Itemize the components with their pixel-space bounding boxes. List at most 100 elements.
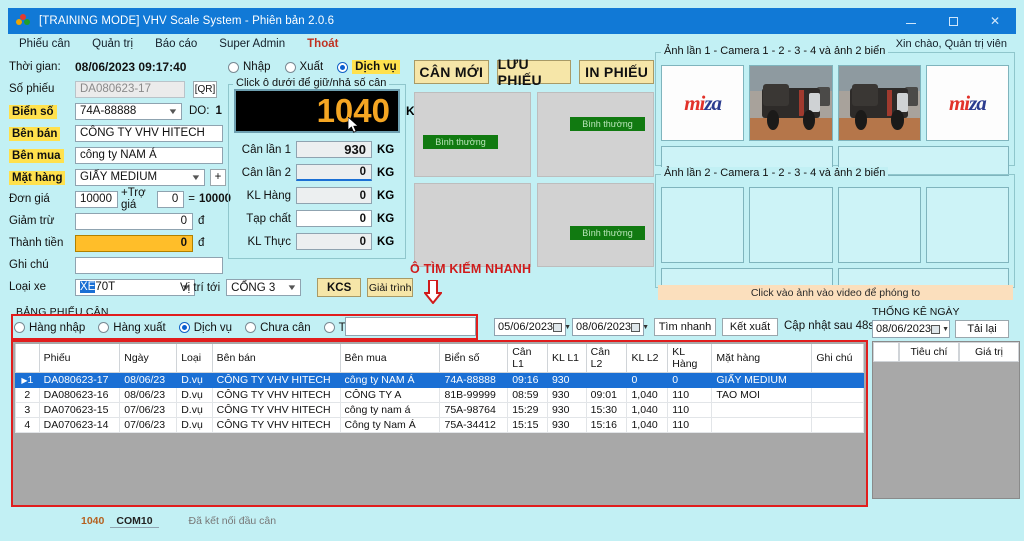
- radio-xuat[interactable]: Xuất: [284, 61, 323, 73]
- camera-image-2-4[interactable]: [925, 187, 1009, 263]
- menu-item-quan-tri[interactable]: Quản trị: [92, 38, 133, 50]
- table-row[interactable]: 4 DA070623-14 07/06/23 D.vụ CÔNG TY VHV …: [15, 417, 864, 433]
- stats-table[interactable]: Tiêu chí Giá trị: [872, 341, 1020, 499]
- form-row-deduct: Giảm trừ 0 đ: [9, 210, 231, 232]
- weigh-value-2[interactable]: 0: [296, 164, 372, 181]
- camera-image-1-1[interactable]: miza: [661, 65, 745, 141]
- camera-image-1-2[interactable]: [749, 65, 833, 141]
- col-kl-l1[interactable]: KL L1: [546, 344, 587, 373]
- filter-dich-vu[interactable]: Dịch vụ: [178, 322, 232, 334]
- weigh-value-4[interactable]: 0: [296, 210, 372, 227]
- col-loai[interactable]: Loại: [176, 344, 213, 373]
- camera-image-2-1[interactable]: [661, 187, 745, 263]
- add-goods-button[interactable]: +: [210, 168, 226, 186]
- col-bien-so[interactable]: Biển số: [439, 344, 509, 373]
- buyer-field[interactable]: công ty NAM Á: [75, 146, 223, 164]
- quick-search-annotation: Ô TÌM KIẾM NHANH: [410, 262, 532, 276]
- cell-bien-so: 74A-88888: [439, 372, 509, 388]
- filter-hang-xuat[interactable]: Hàng xuất: [98, 322, 166, 334]
- col-ben-ban[interactable]: Bên bán: [211, 344, 341, 373]
- weigh-hint: Click ô dưới để giữ/nhả số cân: [233, 77, 390, 89]
- refresh-countdown-text: Cập nhật sau 48s: [784, 320, 875, 332]
- camera-image-2-3[interactable]: [837, 187, 921, 263]
- explain-button[interactable]: Giải trình: [367, 278, 414, 297]
- ticket-table-container[interactable]: Phiếu Ngày Loại Bên bán Bên mua Biển số …: [11, 340, 868, 507]
- new-weigh-button[interactable]: CÂN MỚI: [414, 60, 489, 84]
- menu-item-super-admin[interactable]: Super Admin: [219, 38, 285, 50]
- subsidy-label: +Trợ giá: [120, 187, 146, 211]
- amount-field[interactable]: 0: [75, 234, 193, 252]
- note-field[interactable]: [75, 256, 223, 274]
- print-ticket-button[interactable]: IN PHIẾU: [579, 60, 655, 84]
- price-label: Đơn giá: [9, 193, 50, 205]
- save-ticket-button[interactable]: LƯU PHIẾU: [496, 56, 572, 88]
- camera-preview-2[interactable]: Bình thường: [537, 92, 654, 177]
- deduct-field[interactable]: 0: [75, 212, 193, 230]
- stats-date-picker[interactable]: 08/06/2023 ▼: [872, 320, 950, 338]
- cell-kl-hang: 110: [667, 402, 713, 418]
- radio-nhap[interactable]: Nhập: [228, 61, 271, 73]
- col-mat-hang[interactable]: Mặt hàng: [711, 344, 813, 373]
- stats-reload-button[interactable]: Tải lại: [955, 320, 1009, 338]
- camera-preview-4[interactable]: Bình thường: [537, 182, 654, 267]
- table-row[interactable]: 2 DA080623-16 08/06/23 D.vụ CÔNG TY VHV …: [15, 387, 864, 403]
- seller-field[interactable]: CÔNG TY VHV HITECH: [75, 124, 223, 142]
- close-icon[interactable]: ✕: [974, 8, 1016, 34]
- col-ghi-chu[interactable]: Ghi chú: [811, 344, 864, 373]
- minimize-icon[interactable]: [890, 8, 932, 34]
- col-ben-mua[interactable]: Bên mua: [339, 344, 441, 373]
- radio-dich-vu[interactable]: Dịch vụ: [337, 60, 400, 74]
- menu-item-thoat[interactable]: Thoát: [307, 38, 338, 50]
- status-com-port[interactable]: COM10: [110, 515, 159, 528]
- camera-image-2-2[interactable]: [749, 187, 833, 263]
- col-ngay[interactable]: Ngày: [119, 344, 178, 373]
- weigh-row-2: Cân lần 2 0 KG: [234, 162, 400, 183]
- quick-search-input[interactable]: [345, 317, 476, 336]
- camera-group-2-images: [661, 187, 1009, 263]
- camera-image-1-4[interactable]: miza: [925, 65, 1009, 141]
- subsidy-field[interactable]: 0: [157, 190, 185, 208]
- quick-find-button[interactable]: Tìm nhanh: [654, 318, 716, 336]
- export-button[interactable]: Kết xuất: [722, 318, 778, 336]
- unit-price-field[interactable]: 10000: [75, 190, 118, 208]
- destination-combo[interactable]: CỔNG 3 ▼: [226, 279, 302, 296]
- cell-loai: D.vụ: [176, 372, 213, 388]
- cell-ghi-chu: [811, 402, 864, 418]
- cell-ngay: 08/06/23: [119, 387, 178, 403]
- table-row[interactable]: ▶1 DA080623-17 08/06/23 D.vụ CÔNG TY VHV…: [15, 372, 864, 388]
- vehicle-type-combo[interactable]: XE 70T ▼: [75, 278, 195, 296]
- qr-button[interactable]: [QR]: [193, 80, 217, 98]
- menu-item-phieu-can[interactable]: Phiếu cân: [19, 38, 70, 50]
- goods-combo[interactable]: GIẤY MEDIUM ▼: [75, 168, 205, 186]
- col-rownum[interactable]: [15, 344, 40, 373]
- do-value: 1: [215, 105, 222, 117]
- col-kl-hang[interactable]: KL Hàng: [667, 344, 713, 373]
- cell-can-l2: 09:01: [585, 387, 628, 403]
- menu-item-bao-cao[interactable]: Báo cáo: [155, 38, 197, 50]
- scale-display[interactable]: 1040 KG: [234, 89, 424, 133]
- date-to-picker[interactable]: 08/06/2023 ▼: [572, 318, 649, 336]
- camera-image-1-3[interactable]: [837, 65, 921, 141]
- miza-logo: miza: [948, 90, 987, 115]
- col-can-l2[interactable]: Cân L2: [585, 344, 628, 373]
- col-phieu[interactable]: Phiếu: [38, 344, 121, 373]
- filter-hang-nhap[interactable]: Hàng nhập: [14, 322, 85, 334]
- camera-preview-3[interactable]: [414, 182, 531, 267]
- maximize-icon[interactable]: [932, 8, 974, 34]
- date-from-picker[interactable]: 05/06/2023 ▼: [494, 318, 571, 336]
- table-row[interactable]: 3 DA070623-15 07/06/23 D.vụ CÔNG TY VHV …: [15, 402, 864, 418]
- kcs-button[interactable]: KCS: [317, 278, 362, 297]
- weigh-value-1: 930: [296, 141, 372, 158]
- col-kl-l2[interactable]: KL L2: [626, 344, 669, 373]
- vehicle-type-value: 70T: [95, 281, 116, 293]
- cell-ngay: 07/06/23: [119, 402, 178, 418]
- form-row-price: Đơn giá 10000 +Trợ giá 0 = 10000: [9, 187, 231, 211]
- cell-phieu: DA080623-17: [38, 372, 121, 388]
- plate-combo[interactable]: 74A-88888 ▼: [75, 102, 182, 120]
- zoom-hint-banner[interactable]: Click vào ảnh vào video để phóng to: [658, 285, 1013, 300]
- camera-preview-1[interactable]: Bình thường: [414, 92, 531, 177]
- col-can-l1[interactable]: Cân L1: [507, 344, 548, 373]
- filter-chua-can[interactable]: Chưa cân: [245, 322, 311, 334]
- note-label: Ghi chú: [9, 259, 49, 271]
- form-row-amount: Thành tiền 0 đ: [9, 232, 231, 254]
